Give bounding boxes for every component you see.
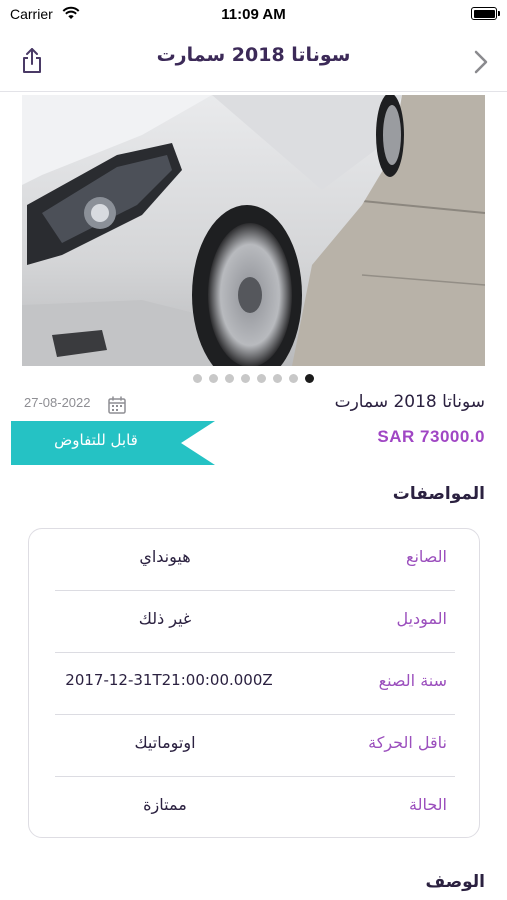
specs-heading: المواصفات bbox=[392, 484, 485, 504]
status-bar: Carrier 11:09 AM bbox=[0, 0, 507, 30]
spec-row-transmission: ناقل الحركة اوتوماتيك bbox=[55, 715, 455, 777]
battery-icon bbox=[471, 7, 500, 20]
spec-label: الحالة bbox=[409, 795, 447, 814]
spec-value: اوتوماتيك bbox=[134, 733, 196, 752]
pager-dot[interactable] bbox=[225, 374, 234, 383]
spec-row-manufacturer: الصانع هيونداي bbox=[55, 529, 455, 591]
page-title: سوناتا 2018 سمارت bbox=[156, 44, 351, 66]
pager-dot[interactable] bbox=[273, 374, 282, 383]
spec-label: ناقل الحركة bbox=[368, 733, 447, 752]
image-pager[interactable] bbox=[193, 374, 314, 383]
listing-title: سوناتا 2018 سمارت bbox=[334, 392, 485, 412]
negotiable-label: قابل للتفاوض bbox=[54, 431, 138, 449]
listing-date: 27-08-2022 bbox=[24, 395, 91, 410]
spec-value: ممتازة bbox=[143, 795, 187, 814]
navigation-bar: سوناتا 2018 سمارت bbox=[0, 32, 507, 92]
spec-value: غير ذلك bbox=[138, 609, 192, 628]
pager-dot[interactable] bbox=[289, 374, 298, 383]
spec-value: 2017-12-31T21:00:00.000Z bbox=[65, 671, 273, 689]
car-photo[interactable] bbox=[22, 95, 485, 366]
spec-row-year: سنة الصنع 2017-12-31T21:00:00.000Z bbox=[55, 653, 455, 715]
pager-dot[interactable] bbox=[241, 374, 250, 383]
negotiable-badge: قابل للتفاوض bbox=[11, 421, 215, 465]
spec-label: الموديل bbox=[396, 609, 447, 628]
specs-card: الصانع هيونداي الموديل غير ذلك سنة الصنع… bbox=[28, 528, 480, 838]
spec-value: هيونداي bbox=[139, 547, 191, 566]
clock: 11:09 AM bbox=[221, 6, 286, 23]
pager-dot[interactable] bbox=[305, 374, 314, 383]
pager-dot[interactable] bbox=[193, 374, 202, 383]
chevron-right-icon bbox=[474, 50, 488, 74]
calendar-icon bbox=[107, 395, 127, 415]
description-heading: الوصف bbox=[425, 872, 485, 892]
spec-label: سنة الصنع bbox=[378, 671, 447, 690]
back-button[interactable] bbox=[471, 48, 491, 76]
spec-label: الصانع bbox=[405, 547, 447, 566]
spec-row-condition: الحالة ممتازة bbox=[55, 777, 455, 839]
spec-row-model: الموديل غير ذلك bbox=[55, 591, 455, 653]
pager-dot[interactable] bbox=[257, 374, 266, 383]
price: SAR 73000.0 bbox=[377, 427, 485, 446]
pager-dot[interactable] bbox=[209, 374, 218, 383]
